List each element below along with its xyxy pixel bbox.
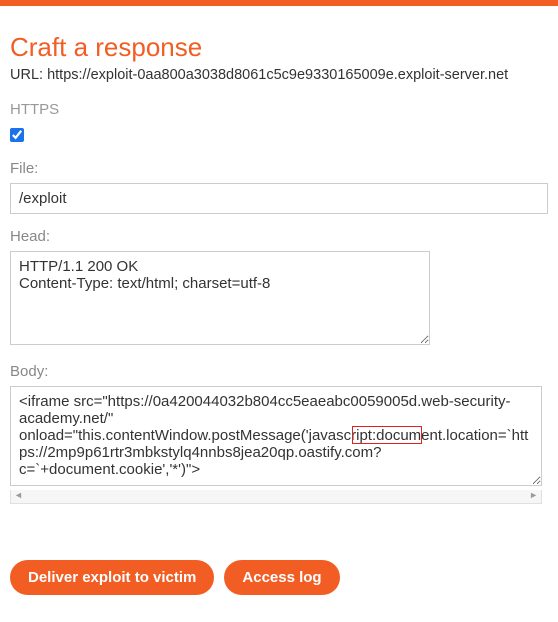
file-label: File: <box>10 160 548 177</box>
scroll-right-icon: ► <box>529 490 538 500</box>
page-title: Craft a response <box>10 32 548 63</box>
https-checkbox[interactable] <box>10 128 24 142</box>
button-row: Deliver exploit to victim Access log <box>10 560 548 595</box>
url-label: URL: <box>10 67 43 83</box>
url-line: URL: https://exploit-0aa800a3038d8061c5c… <box>10 67 548 83</box>
file-input[interactable] <box>10 183 548 214</box>
body-textarea[interactable] <box>10 386 542 486</box>
deliver-exploit-button[interactable]: Deliver exploit to victim <box>10 560 214 595</box>
main-content: Craft a response URL: https://exploit-0a… <box>0 6 558 605</box>
head-textarea[interactable] <box>10 251 430 345</box>
https-label: HTTPS <box>10 101 548 118</box>
url-value: https://exploit-0aa800a3038d8061c5c9e933… <box>47 67 508 83</box>
body-wrap <box>10 386 548 490</box>
scroll-left-icon: ◄ <box>14 490 23 500</box>
body-horizontal-scrollbar[interactable]: ◄ ► <box>10 490 542 504</box>
https-checkbox-wrap <box>10 128 548 146</box>
head-label: Head: <box>10 228 548 245</box>
body-label: Body: <box>10 363 548 380</box>
access-log-button[interactable]: Access log <box>224 560 339 595</box>
